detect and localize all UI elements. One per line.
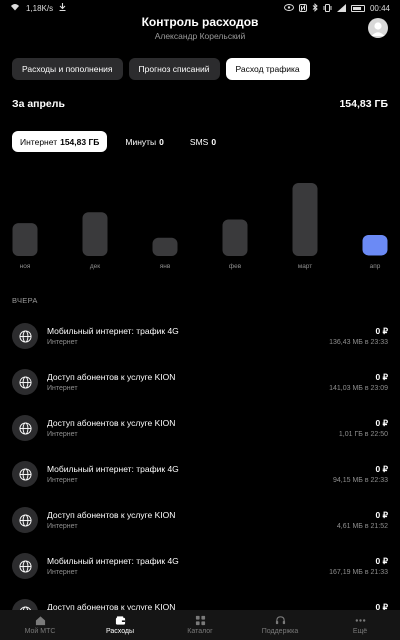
avatar[interactable]	[368, 18, 388, 38]
globe-icon	[12, 415, 38, 441]
globe-icon	[12, 553, 38, 579]
chart-tick-label: фев	[229, 263, 242, 270]
nav-label: Ещё	[352, 628, 368, 635]
vibrate-icon	[323, 3, 332, 14]
more-icon	[355, 619, 365, 622]
list-item[interactable]: Мобильный интернет: трафик 4G Интернет 0…	[0, 544, 400, 590]
item-name: Мобильный интернет: трафик 4G	[47, 326, 179, 336]
tab-forecast[interactable]: Прогноз списаний	[128, 58, 220, 80]
item-name: Доступ абонентов к услуге KION	[47, 372, 176, 382]
filter-value: 154,83 ГБ	[60, 136, 100, 147]
item-amount: 0 ₽	[375, 556, 389, 566]
clock: 00:44	[369, 4, 390, 13]
chart-tick-label: дек	[90, 263, 100, 270]
nav-label: Мой МТС	[24, 628, 56, 635]
monthly-usage-chart: ноя дек янв фев март апр	[12, 183, 388, 270]
filter-internet[interactable]: Интернет 154,83 ГБ	[12, 131, 108, 152]
item-category: Интернет	[47, 569, 78, 576]
item-detail: 141,03 МБ в 23:09	[329, 385, 388, 392]
item-detail: 1,01 ГБ в 22:50	[338, 431, 388, 438]
filter-label: Минуты	[125, 136, 157, 147]
chart-bar-1[interactable]	[82, 212, 108, 256]
status-bar: 1,18K/s 00:44	[0, 0, 400, 16]
filter-value: 0	[211, 136, 217, 147]
item-name: Мобильный интернет: трафик 4G	[47, 556, 179, 566]
network-speed: 1,18K/s	[26, 3, 54, 13]
item-amount: 0 ₽	[375, 372, 389, 382]
item-category: Интернет	[47, 431, 78, 438]
list-item[interactable]: Доступ абонентов к услуге KION Интернет …	[0, 406, 400, 452]
page-title: Контроль расходов	[141, 15, 259, 29]
home-icon	[35, 616, 45, 626]
filter-minutes[interactable]: Минуты 0	[117, 131, 172, 152]
item-amount: 0 ₽	[375, 418, 389, 428]
nav-label: Расходы	[105, 628, 135, 635]
item-category: Интернет	[47, 523, 78, 530]
item-amount: 0 ₽	[375, 464, 389, 474]
usage-filters: Интернет 154,83 ГБ Минуты 0 SMS 0	[12, 131, 224, 152]
period-total: 154,83 ГБ	[339, 98, 388, 110]
chart-tick-label: ноя	[20, 263, 31, 270]
nav-label: Поддержка	[261, 628, 299, 635]
wifi-icon	[10, 3, 20, 13]
download-icon	[59, 3, 66, 13]
view-tabs: Расходы и пополнения Прогноз списаний Ра…	[12, 58, 310, 80]
nav-label: Каталог	[187, 628, 213, 635]
user-icon	[371, 22, 385, 36]
chart-bar-2[interactable]	[152, 237, 178, 256]
tab-expenses[interactable]: Расходы и пополнения	[12, 58, 123, 80]
nav-catalog[interactable]: Каталог	[160, 610, 240, 640]
item-detail: 136,43 МБ в 23:33	[329, 339, 388, 346]
eye-icon	[283, 4, 294, 13]
period-label: За апрель	[12, 98, 65, 110]
nfc-icon	[298, 3, 307, 14]
item-amount: 0 ₽	[375, 326, 389, 336]
chart-bar-0[interactable]	[12, 223, 38, 256]
globe-icon	[12, 323, 38, 349]
account-name: Александр Корельский	[154, 31, 246, 41]
list-item[interactable]: Доступ абонентов к услуге KION Интернет …	[0, 498, 400, 544]
item-detail: 94,15 МБ в 22:33	[332, 477, 388, 484]
item-detail: 4,61 МБ в 21:52	[336, 523, 388, 530]
nav-expenses[interactable]: Расходы	[80, 610, 160, 640]
list-item[interactable]: Мобильный интернет: трафик 4G Интернет 0…	[0, 452, 400, 498]
chart-tick-label: март	[298, 263, 313, 270]
filter-sms[interactable]: SMS 0	[182, 131, 224, 152]
battery-icon	[350, 5, 365, 12]
chart-bar-3[interactable]	[222, 219, 248, 257]
nav-support[interactable]: Поддержка	[240, 610, 320, 640]
wallet-icon	[115, 616, 125, 625]
item-detail: 167,19 МБ в 21:33	[329, 569, 388, 576]
section-header: ВЧЕРА	[12, 296, 38, 305]
chart-tick-label: янв	[160, 263, 171, 270]
item-category: Интернет	[47, 339, 78, 346]
filter-label: Интернет	[20, 136, 58, 147]
item-name: Доступ абонентов к услуге KION	[47, 418, 176, 428]
list-item[interactable]: Мобильный интернет: трафик 4G Интернет 0…	[0, 314, 400, 360]
item-name: Доступ абонентов к услуге KION	[47, 510, 176, 520]
headset-icon	[275, 616, 285, 625]
item-name: Мобильный интернет: трафик 4G	[47, 464, 179, 474]
tab-traffic[interactable]: Расход трафика	[225, 58, 310, 80]
signal-icon	[336, 3, 346, 14]
globe-icon	[12, 507, 38, 533]
nav-my-mts[interactable]: Мой МТС	[0, 610, 80, 640]
item-category: Интернет	[47, 477, 78, 484]
filter-label: SMS	[189, 136, 209, 147]
bottom-navigation: Мой МТС Расходы Каталог Поддержка Ещё	[0, 610, 400, 640]
chart-bar-4[interactable]	[292, 183, 318, 256]
globe-icon	[12, 369, 38, 395]
chart-bar-5[interactable]	[362, 235, 388, 256]
bluetooth-icon	[312, 3, 318, 14]
item-amount: 0 ₽	[375, 510, 389, 520]
filter-value: 0	[159, 136, 164, 147]
nav-more[interactable]: Ещё	[320, 610, 400, 640]
list-item[interactable]: Доступ абонентов к услуге KION Интернет …	[0, 360, 400, 406]
chart-tick-label: апр	[370, 263, 381, 270]
globe-icon	[12, 461, 38, 487]
item-category: Интернет	[47, 385, 78, 392]
grid-icon	[195, 615, 205, 626]
